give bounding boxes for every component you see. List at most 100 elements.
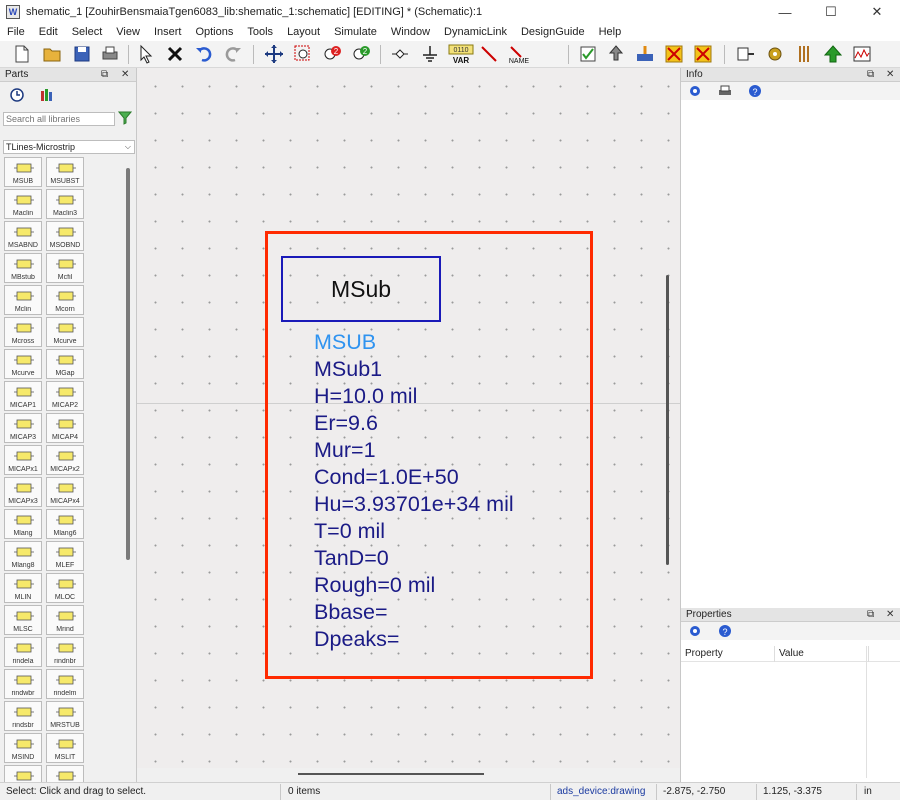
library-books-icon[interactable]: [39, 87, 55, 103]
close-panel-icon[interactable]: ✕: [121, 68, 129, 82]
zoom-area-icon[interactable]: [291, 43, 315, 65]
menu-simulate[interactable]: Simulate: [327, 24, 384, 41]
new-icon[interactable]: [10, 43, 34, 65]
part-tile[interactable]: MSOBND: [46, 221, 84, 251]
menu-edit[interactable]: Edit: [32, 24, 65, 41]
push-down-icon[interactable]: [633, 43, 657, 65]
part-tile[interactable]: rindsbr: [4, 701, 42, 731]
part-tile[interactable]: MBstub: [4, 253, 42, 283]
ground-icon[interactable]: [418, 43, 442, 65]
parts-search-input[interactable]: [3, 112, 115, 126]
undo-icon[interactable]: [192, 43, 216, 65]
status-layer[interactable]: ads_device:drawing: [557, 786, 645, 797]
redo-icon[interactable]: [221, 43, 245, 65]
menu-file[interactable]: File: [0, 24, 32, 41]
part-tile[interactable]: MICAPx2: [46, 445, 84, 475]
menu-designguide[interactable]: DesignGuide: [514, 24, 592, 41]
properties-scrollbar[interactable]: [866, 646, 867, 778]
minimize-button[interactable]: —: [762, 0, 808, 24]
part-tile[interactable]: MICAPx3: [4, 477, 42, 507]
menu-help[interactable]: Help: [592, 24, 629, 41]
maximize-button[interactable]: ☐: [808, 0, 854, 24]
push-up-icon[interactable]: [604, 43, 628, 65]
history-clock-icon[interactable]: [9, 87, 25, 103]
short-icon[interactable]: [691, 43, 715, 65]
zoom-out-icon[interactable]: 2: [320, 43, 344, 65]
canvas-vscroll-thumb[interactable]: [666, 275, 669, 565]
gear-icon[interactable]: [688, 84, 702, 98]
save-icon[interactable]: [70, 43, 94, 65]
part-tile[interactable]: MICAP2: [46, 381, 84, 411]
column-divider[interactable]: [774, 646, 775, 662]
part-tile[interactable]: MSIND: [4, 733, 42, 763]
port-icon[interactable]: [388, 43, 412, 65]
part-tile[interactable]: MLEF: [46, 541, 84, 571]
part-tile[interactable]: MSLIT: [46, 733, 84, 763]
part-tile[interactable]: Mcross: [4, 317, 42, 347]
close-panel-icon[interactable]: ✕: [886, 68, 894, 82]
tuning-icon[interactable]: [792, 43, 816, 65]
menu-options[interactable]: Options: [188, 24, 240, 41]
library-select[interactable]: TLines-Microstrip ⌵: [3, 140, 135, 154]
part-tile[interactable]: MSUB: [4, 157, 42, 187]
part-tile[interactable]: rindnbr: [46, 637, 84, 667]
part-tile[interactable]: Mcurve: [4, 349, 42, 379]
select-pointer-icon[interactable]: [134, 43, 158, 65]
zoom-in-icon[interactable]: 2: [349, 43, 373, 65]
gear-icon[interactable]: [688, 624, 702, 638]
data-display-icon[interactable]: [850, 43, 874, 65]
part-tile[interactable]: Mclin: [4, 285, 42, 315]
part-tile[interactable]: Maclin: [4, 189, 42, 219]
menu-view[interactable]: View: [109, 24, 147, 41]
part-tile[interactable]: MLSC: [4, 605, 42, 635]
part-tile[interactable]: rindwbr: [4, 669, 42, 699]
deactivate-icon[interactable]: [662, 43, 686, 65]
part-tile[interactable]: Mlang8: [4, 541, 42, 571]
part-tile[interactable]: MICAP3: [4, 413, 42, 443]
menu-layout[interactable]: Layout: [280, 24, 327, 41]
menu-tools[interactable]: Tools: [240, 24, 280, 41]
part-tile[interactable]: MICAP4: [46, 413, 84, 443]
part-tile[interactable]: [46, 765, 84, 782]
canvas-hscroll-thumb[interactable]: [298, 773, 484, 775]
menu-insert[interactable]: Insert: [147, 24, 189, 41]
generate-layout-icon[interactable]: [734, 43, 758, 65]
close-panel-icon[interactable]: ✕: [886, 608, 894, 622]
column-value[interactable]: Value: [779, 648, 804, 659]
part-tile[interactable]: MLOC: [46, 573, 84, 603]
float-panel-icon[interactable]: ⧉: [867, 608, 874, 622]
float-panel-icon[interactable]: ⧉: [867, 68, 874, 82]
part-tile[interactable]: [4, 765, 42, 782]
part-tile[interactable]: rindelm: [46, 669, 84, 699]
part-tile[interactable]: Mcfil: [46, 253, 84, 283]
part-tile[interactable]: MLIN: [4, 573, 42, 603]
help-icon[interactable]: ?: [718, 624, 732, 638]
filter-funnel-icon[interactable]: [117, 111, 133, 125]
close-window-button[interactable]: ✕: [854, 0, 900, 24]
menu-window[interactable]: Window: [384, 24, 437, 41]
part-tile[interactable]: Mcorn: [46, 285, 84, 315]
part-tile[interactable]: Maclin3: [46, 189, 84, 219]
move-icon[interactable]: [262, 43, 286, 65]
settings-gear-icon[interactable]: [763, 43, 787, 65]
menu-select[interactable]: Select: [65, 24, 110, 41]
float-panel-icon[interactable]: ⧉: [101, 68, 108, 82]
var-equation-icon[interactable]: 0110 VAR: [447, 43, 475, 65]
check-design-icon[interactable]: [576, 43, 600, 65]
name-label-icon[interactable]: NAME: [505, 43, 533, 65]
parts-scrollbar[interactable]: [126, 168, 130, 560]
part-tile[interactable]: Mlang6: [46, 509, 84, 539]
menu-dynamiclink[interactable]: DynamicLink: [437, 24, 514, 41]
print-icon[interactable]: [98, 43, 122, 65]
help-icon[interactable]: ?: [748, 84, 762, 98]
part-tile[interactable]: MRSTUB: [46, 701, 84, 731]
part-tile[interactable]: MSUBST: [46, 157, 84, 187]
column-property[interactable]: Property: [685, 648, 723, 659]
msub-symbol[interactable]: MSub: [281, 256, 441, 322]
simulate-icon[interactable]: [821, 43, 845, 65]
part-tile[interactable]: MSABND: [4, 221, 42, 251]
part-tile[interactable]: MICAPx4: [46, 477, 84, 507]
column-divider[interactable]: [868, 646, 869, 662]
part-tile[interactable]: MICAP1: [4, 381, 42, 411]
part-tile[interactable]: MGap: [46, 349, 84, 379]
